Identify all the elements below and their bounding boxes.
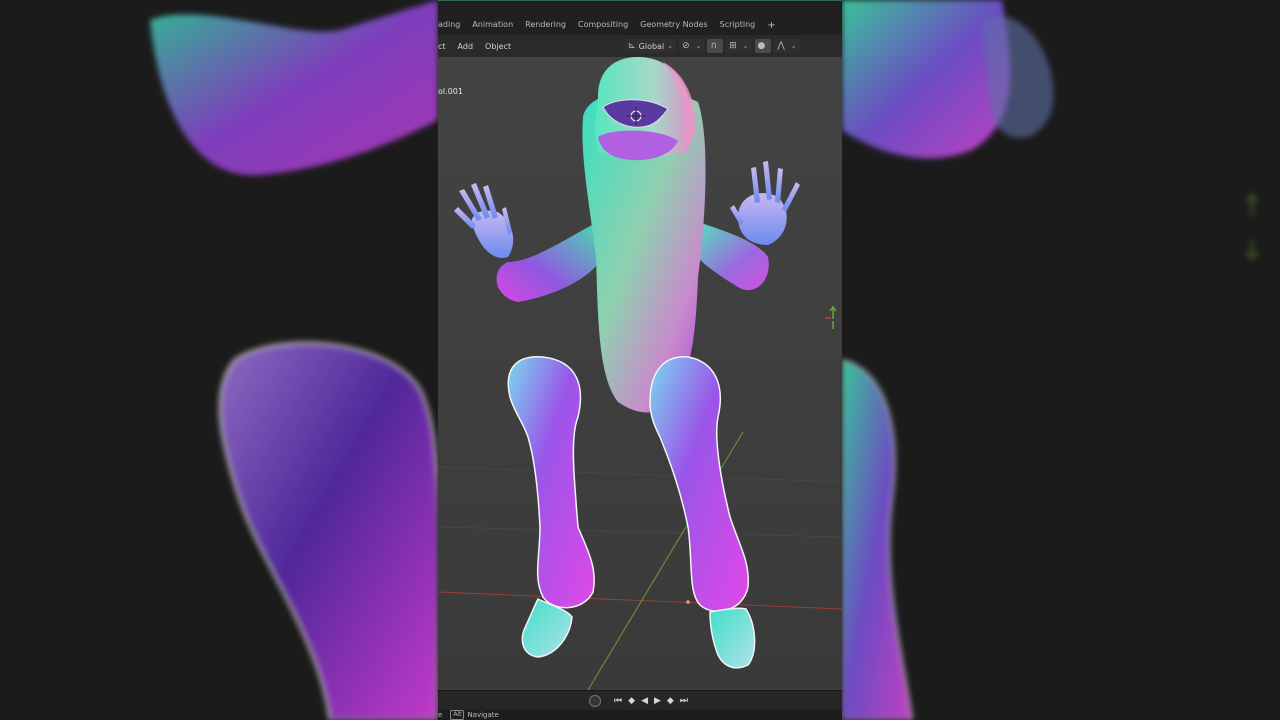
snap-target-dropdown[interactable]: ⊞ ⌄ [726, 39, 752, 53]
status-action: Navigate [467, 711, 499, 719]
tab-animation[interactable]: Animation [466, 15, 519, 35]
workspace-tabs: ading Animation Rendering Compositing Ge… [438, 15, 842, 35]
right-leg [649, 356, 749, 612]
3d-viewport[interactable]: ol.001 [438, 57, 842, 690]
viewport-header: ct Add Object ⊾ Global ⌄ ⊘ ⌄ ∩ ⊞ ⌄ ● ⋀ ⌄ [438, 35, 842, 57]
chevron-down-icon: ⌄ [790, 42, 797, 50]
proportional-edit-toggle[interactable]: ● [754, 39, 772, 53]
proportional-icon: ● [757, 41, 766, 51]
x-axis-line [438, 591, 842, 610]
right-hand [730, 161, 800, 245]
axis-gizmo-icon [825, 305, 837, 329]
timeline-controls: ⏮ ◆ ◀ ▶ ◆ ⏭ [438, 690, 842, 710]
object-origin [686, 600, 690, 604]
chevron-down-icon: ⌄ [695, 42, 702, 50]
floor-grid [438, 466, 842, 538]
menu-object[interactable]: Object [479, 42, 517, 51]
viewport-scene [438, 57, 842, 690]
status-prefix: e [438, 711, 443, 719]
chevron-down-icon: ⌄ [667, 42, 674, 50]
chevron-down-icon: ⌄ [742, 42, 749, 50]
jump-to-keyframe-forward-icon[interactable]: ◆ [664, 696, 677, 706]
menu-add[interactable]: Add [452, 42, 480, 51]
pivot-point-dropdown[interactable]: ⊘ ⌄ [679, 39, 705, 53]
play-reverse-icon[interactable]: ◀ [638, 696, 651, 706]
falloff-dropdown[interactable]: ⋀ ⌄ [774, 39, 800, 53]
right-foot [709, 607, 756, 669]
background-blur-left [0, 0, 438, 720]
background-blur-right [842, 0, 1280, 720]
pivot-icon: ⊘ [682, 41, 690, 51]
top-bar [438, 0, 842, 15]
jump-to-end-icon[interactable]: ⏭ [677, 696, 691, 706]
jump-to-keyframe-back-icon[interactable]: ◆ [625, 696, 638, 706]
tab-shading[interactable]: ading [438, 15, 466, 35]
snap-toggle[interactable]: ∩ [707, 39, 724, 53]
falloff-curve-icon: ⋀ [777, 41, 785, 51]
orientation-label: Global [638, 41, 665, 51]
magnet-icon: ∩ [710, 41, 718, 51]
tab-geometry-nodes[interactable]: Geometry Nodes [634, 15, 713, 35]
tab-compositing[interactable]: Compositing [572, 15, 634, 35]
tab-scripting[interactable]: Scripting [714, 15, 762, 35]
snap-grid-icon: ⊞ [729, 41, 737, 51]
status-bar: e Alt Navigate [438, 710, 842, 720]
menu-select[interactable]: ct [438, 42, 452, 51]
add-workspace-button[interactable]: + [761, 20, 781, 31]
alt-key-hint: Alt [450, 710, 465, 720]
orientation-dropdown[interactable]: ⊾ Global ⌄ [625, 39, 677, 53]
transform-orientation-icon: ⊾ [628, 41, 636, 51]
tab-rendering[interactable]: Rendering [519, 15, 572, 35]
object-name-overlay: ol.001 [438, 87, 463, 96]
auto-keying-button[interactable] [589, 694, 602, 707]
jump-to-start-icon[interactable]: ⏮ [611, 696, 625, 706]
left-hand [454, 183, 514, 258]
blender-window: ading Animation Rendering Compositing Ge… [438, 0, 842, 720]
left-leg [507, 356, 595, 609]
play-icon[interactable]: ▶ [651, 696, 664, 706]
